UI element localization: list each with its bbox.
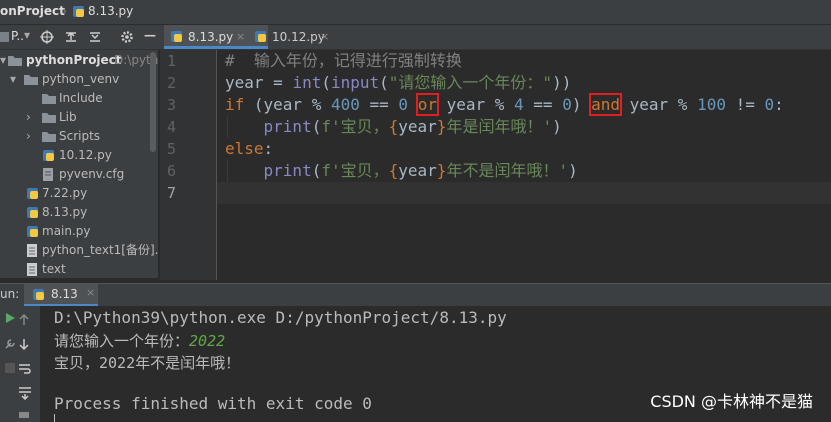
tree-item-label: python_text1[备份].txt	[42, 243, 158, 257]
project-tree: ▾ pythonProject D:\pytho ▾ python_venv I…	[0, 50, 158, 278]
python-file-icon	[171, 31, 182, 42]
code-line-3: if (year % 400 == 0 or year % 4 == 0) an…	[225, 93, 784, 116]
folder-icon	[8, 56, 22, 66]
current-line-highlight	[217, 182, 831, 204]
console-exit-message: Process finished with exit code 0	[54, 394, 372, 413]
chevron-right-icon: ›	[26, 110, 31, 124]
tree-item-lib[interactable]: › Lib	[26, 108, 77, 127]
code-line-5: else:	[225, 139, 274, 158]
console-command: D:\Python39\python.exe D:/pythonProject/…	[54, 308, 507, 327]
expand-all-icon[interactable]	[64, 30, 78, 44]
breadcrumb-project[interactable]: onProject	[0, 4, 65, 18]
tree-item-label: Include	[59, 91, 103, 105]
line-number: 1	[166, 52, 176, 70]
watermark: CSDN @卡林神不是猫	[650, 392, 813, 411]
code-editor[interactable]: # 输入年份，记得进行强制转换 year = int(input("请您输入一个…	[217, 50, 831, 280]
chevron-down-icon[interactable]: ▾	[24, 28, 30, 42]
run-toolbar	[0, 306, 40, 422]
folder-icon	[24, 75, 38, 85]
config-file-icon	[43, 168, 53, 181]
line-number: 7	[166, 184, 176, 202]
tree-item-label: pyvenv.cfg	[59, 167, 125, 181]
console-prompt: 请您输入一个年份：2022	[54, 332, 226, 350]
down-arrow-icon[interactable]	[18, 338, 30, 350]
project-view-selector[interactable]: P..	[11, 29, 24, 43]
console-caret	[54, 414, 55, 422]
text-file-icon	[27, 263, 37, 276]
line-number: 6	[166, 162, 176, 180]
editor-tabs: 8.13.py × 10.12.py ×	[160, 25, 831, 50]
tree-item-label: 7.22.py	[42, 186, 88, 200]
tree-item-scripts[interactable]: › Scripts	[26, 127, 100, 146]
breadcrumb: onProject › 8.13.py	[0, 0, 831, 25]
tree-scrollbar[interactable]	[150, 52, 156, 152]
line-number: 2	[166, 74, 176, 92]
run-tab[interactable]: 8.13 ×	[24, 284, 98, 306]
line-number-gutter: 1 2 3 4 5 6 7	[160, 50, 217, 280]
tree-item-label: text	[42, 262, 66, 276]
and-keyword-highlight: and	[589, 93, 622, 116]
code-line-4: print(f'宝贝，{year}年是闰年哦！')	[263, 117, 562, 136]
up-arrow-icon[interactable]	[18, 314, 30, 326]
console-user-input: 2022	[189, 332, 226, 350]
tab-label: 8.13.py	[188, 30, 234, 44]
python-file-icon	[27, 188, 38, 199]
project-view-icon	[0, 32, 9, 42]
tree-item-label: python_venv	[42, 72, 120, 86]
folder-icon	[42, 132, 56, 142]
print-icon[interactable]	[18, 408, 30, 420]
locate-icon[interactable]	[40, 30, 54, 44]
python-file-icon	[255, 31, 266, 42]
collapse-all-icon[interactable]	[88, 30, 102, 44]
line-number: 4	[166, 118, 176, 136]
folder-icon	[42, 113, 56, 123]
python-file-icon	[27, 226, 38, 237]
tree-root[interactable]: ▾ pythonProject D:\pytho	[0, 51, 158, 70]
python-file-icon	[33, 289, 44, 300]
chevron-right-icon: ›	[26, 129, 31, 143]
python-file-icon	[73, 6, 84, 17]
line-number: 5	[166, 140, 176, 158]
tree-item-label: Lib	[59, 110, 77, 124]
breadcrumb-separator-icon: ›	[62, 4, 67, 18]
rerun-icon[interactable]	[4, 312, 16, 324]
soft-wrap-icon[interactable]	[18, 362, 32, 376]
run-panel-header: un: 8.13 ×	[0, 283, 831, 306]
wrench-icon[interactable]	[4, 338, 16, 350]
project-toolbar: P.. ▾ —	[0, 25, 160, 50]
python-file-icon	[27, 207, 38, 218]
chevron-down-icon: ▾	[0, 53, 7, 67]
close-icon[interactable]: ×	[86, 286, 95, 299]
or-keyword-highlight: or	[415, 93, 439, 116]
close-icon[interactable]: ×	[320, 25, 329, 49]
tab-10-12[interactable]: 10.12.py ×	[248, 25, 358, 49]
code-line-6: print(f'宝贝，{year}年不是闰年哦！')	[263, 161, 578, 180]
minimize-icon[interactable]: —	[144, 28, 156, 42]
text-file-icon	[27, 244, 37, 257]
run-panel-label: un:	[0, 287, 20, 301]
tree-item-label: 10.12.py	[59, 148, 112, 162]
tree-item-label: Scripts	[59, 129, 101, 143]
folder-icon	[42, 94, 56, 104]
tree-item-python-venv[interactable]: ▾ python_venv	[10, 70, 119, 89]
tree-item-label: 8.13.py	[42, 205, 88, 219]
chevron-down-icon: ▾	[10, 72, 17, 86]
line-number: 3	[166, 96, 176, 114]
tree-item-label: main.py	[42, 224, 91, 238]
breadcrumb-file[interactable]: 8.13.py	[88, 4, 133, 18]
gear-icon[interactable]	[120, 30, 134, 44]
code-line-1: # 输入年份，记得进行强制转换	[225, 51, 462, 70]
code-line-2: year = int(input("请您输入一个年份："))	[225, 73, 572, 92]
run-tab-label: 8.13	[51, 287, 78, 301]
scroll-to-end-icon[interactable]	[18, 386, 32, 400]
tree-root-label: pythonProject	[26, 53, 122, 67]
console-result: 宝贝，2022年不是闰年哦！	[54, 354, 241, 372]
python-file-icon	[43, 150, 54, 161]
stop-icon[interactable]	[4, 362, 16, 374]
close-icon[interactable]: ×	[236, 25, 245, 49]
tab-label: 10.12.py	[272, 30, 325, 44]
